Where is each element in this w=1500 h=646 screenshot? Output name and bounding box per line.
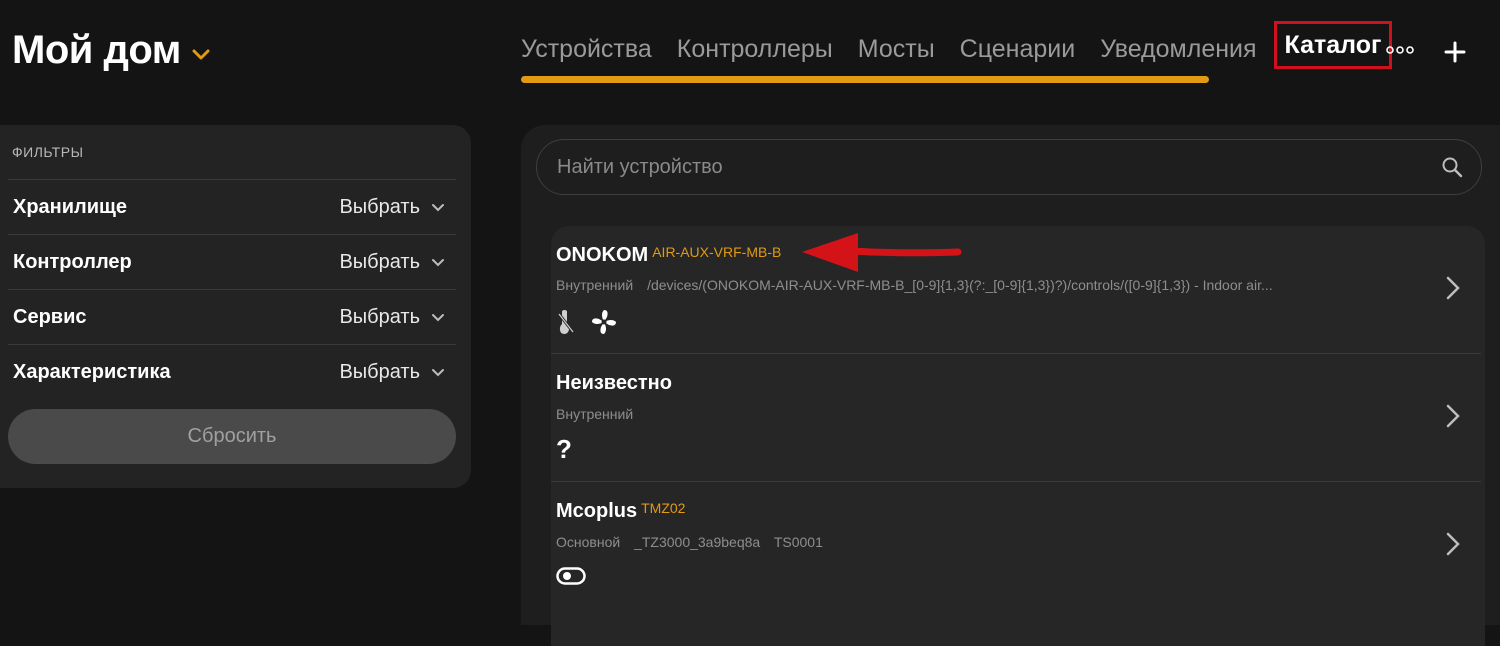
filter-value: Выбрать: [339, 305, 420, 328]
tab-catalog[interactable]: Каталог: [1273, 21, 1393, 69]
chevron-right-icon: [1446, 532, 1460, 556]
filters-panel: ФИЛЬТРЫ Хранилище Выбрать Контроллер Выб…: [0, 125, 471, 488]
toggle-icon: [556, 567, 586, 585]
thermometer-icon: [557, 310, 575, 334]
tab-devices[interactable]: Устройства: [521, 30, 652, 68]
filter-select[interactable]: Выбрать: [339, 196, 456, 219]
device-list: ONOKOM AIR-AUX-VRF-MB-B Внутренний /devic…: [551, 226, 1485, 646]
filter-select[interactable]: Выбрать: [339, 306, 456, 329]
chevron-right-icon: [1446, 276, 1460, 300]
filter-select[interactable]: Выбрать: [339, 251, 456, 274]
filter-value: Выбрать: [339, 250, 420, 273]
filter-service[interactable]: Сервис Выбрать: [8, 289, 456, 344]
active-tab-indicator: [521, 76, 1209, 83]
device-capabilities: [556, 308, 618, 336]
device-name: ONOKOM AIR-AUX-VRF-MB-B: [556, 244, 782, 266]
device-name: Неизвестно: [556, 372, 672, 394]
filter-label: Сервис: [13, 305, 87, 328]
device-item-onokom[interactable]: ONOKOM AIR-AUX-VRF-MB-B Внутренний /devic…: [551, 226, 1485, 354]
filter-label: Хранилище: [13, 195, 128, 218]
annotation-arrow-icon: [802, 233, 962, 272]
tab-scenarios[interactable]: Сценарии: [960, 30, 1076, 68]
tab-controllers[interactable]: Контроллеры: [677, 30, 833, 68]
device-model: AIR-AUX-VRF-MB-B: [652, 244, 782, 260]
device-capabilities: ?: [556, 434, 572, 465]
devices-panel: ONOKOMAIR-AUX-VRF-MB-B Внутренний /devic…: [521, 125, 1500, 646]
chevron-right-icon: [1446, 404, 1460, 428]
filter-label: Контроллер: [13, 250, 132, 273]
device-model: TMZ02: [641, 500, 686, 516]
filter-value: Выбрать: [339, 360, 420, 383]
question-icon: ?: [556, 434, 572, 464]
home-selector[interactable]: Мой дом: [12, 28, 211, 73]
device-capabilities: [556, 566, 586, 586]
device-meta: Внутренний: [556, 406, 634, 422]
reset-button[interactable]: Сбросить: [8, 409, 456, 464]
filter-storage[interactable]: Хранилище Выбрать: [8, 179, 456, 234]
chevron-down-icon: [432, 259, 444, 267]
tab-notifications[interactable]: Уведомления: [1100, 30, 1256, 68]
home-title: Мой дом: [12, 28, 181, 72]
chevron-down-icon: [432, 204, 444, 212]
search-input[interactable]: [537, 140, 1417, 194]
device-item-mcoplus[interactable]: Mcoplus TMZ02 Основной _TZ3000_3a9beq8a T…: [551, 482, 1485, 612]
search-icon[interactable]: [1441, 156, 1463, 178]
device-name: Mcoplus TMZ02: [556, 500, 686, 522]
tab-bridges[interactable]: Мосты: [858, 30, 935, 68]
chevron-down-icon: [432, 369, 444, 377]
search-box: [536, 139, 1482, 195]
filters-heading: ФИЛЬТРЫ: [12, 144, 84, 160]
device-item-unknown[interactable]: Неизвестно Внутренний ?: [551, 354, 1485, 482]
chevron-down-icon: [432, 314, 444, 322]
filter-value: Выбрать: [339, 195, 420, 218]
filter-label: Характеристика: [13, 360, 171, 383]
main-tabs: Устройства Контроллеры Мосты Сценарии Ув…: [521, 21, 1393, 69]
fan-icon: [592, 310, 616, 334]
more-icon[interactable]: [1386, 44, 1414, 56]
filter-characteristic[interactable]: Характеристика Выбрать: [8, 344, 456, 399]
device-meta: Внутренний /devices/(ONOKOM-AIR-AUX-VRF-…: [556, 277, 1273, 293]
filter-controller[interactable]: Контроллер Выбрать: [8, 234, 456, 289]
device-meta: Основной _TZ3000_3a9beq8a TS0001: [556, 534, 823, 550]
chevron-down-icon: [192, 49, 210, 59]
add-icon[interactable]: [1443, 40, 1467, 64]
filter-select[interactable]: Выбрать: [339, 361, 456, 384]
